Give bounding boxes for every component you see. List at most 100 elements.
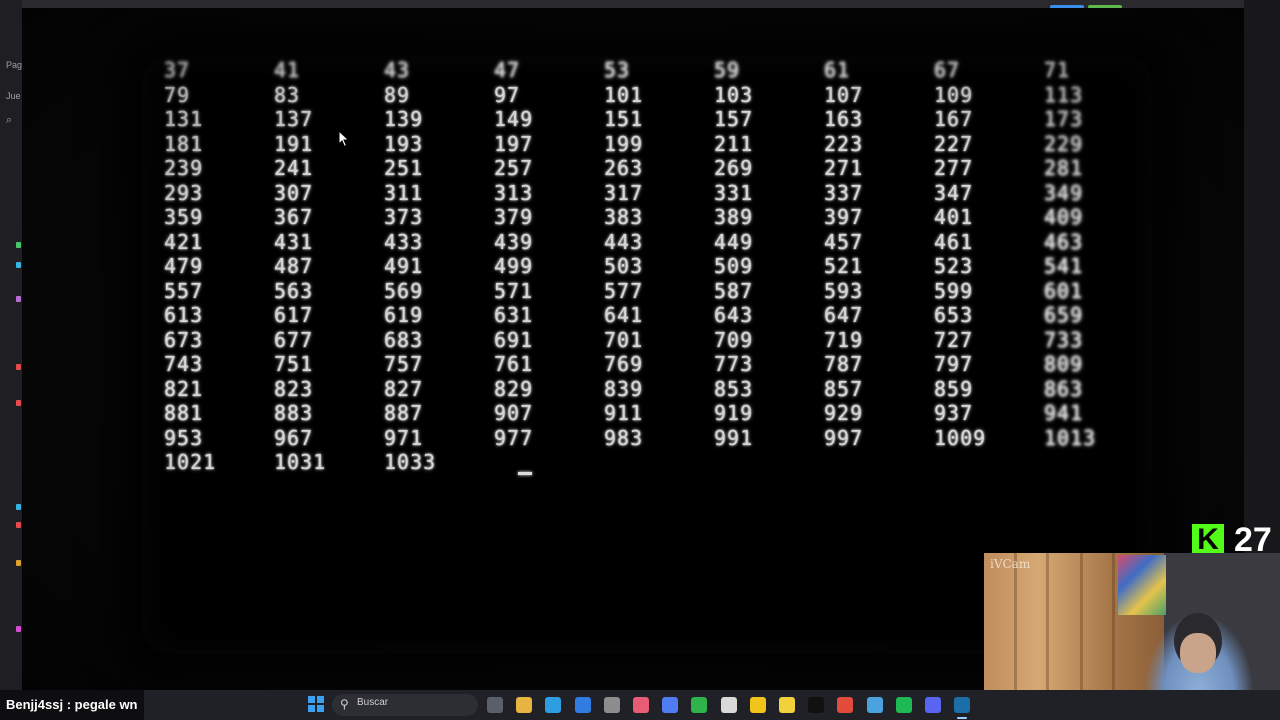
prime-number: 79 [164, 82, 191, 107]
prime-number: 941 [1044, 401, 1084, 425]
prime-number: 773 [714, 352, 754, 376]
sidebar-app-icon[interactable] [16, 626, 21, 632]
sticky-notes-icon[interactable] [779, 697, 795, 713]
prime-number: 523 [934, 254, 974, 278]
prime-number: 157 [714, 107, 754, 131]
prime-number: 701 [604, 327, 644, 352]
prime-number: 601 [1044, 278, 1084, 303]
prime-number: 887 [384, 401, 424, 425]
prime-number: 907 [494, 401, 534, 425]
prime-number: 149 [494, 107, 534, 131]
winrar-icon[interactable] [749, 697, 766, 713]
prime-number: 373 [384, 205, 424, 229]
prime-number: 193 [384, 131, 424, 156]
prime-number: 619 [384, 303, 424, 327]
xbox-icon[interactable] [691, 697, 708, 713]
prime-number: 613 [164, 303, 204, 327]
sidebar-label-jue[interactable]: Jue [6, 91, 21, 101]
search-icon[interactable]: ⌕ [6, 114, 12, 127]
visual-studio-icon[interactable] [574, 697, 591, 713]
prime-number: 733 [1044, 327, 1084, 352]
app-icon[interactable] [633, 697, 649, 713]
prime-number: 227 [934, 131, 974, 156]
prime-number: 53 [604, 58, 631, 82]
store-icon[interactable] [662, 697, 679, 713]
prime-number: 983 [604, 425, 644, 450]
sidebar-app-icon[interactable] [16, 242, 21, 248]
prime-number: 683 [384, 327, 424, 352]
prime-number: 173 [1044, 107, 1084, 131]
prime-number: 89 [384, 82, 411, 107]
prime-number: 971 [384, 425, 424, 450]
prime-number: 691 [494, 327, 534, 352]
prime-number: 71 [1044, 58, 1071, 82]
prime-number: 331 [714, 180, 754, 205]
search-icon: ⚲ [340, 697, 349, 711]
file-explorer-icon[interactable] [516, 697, 533, 713]
settings-icon[interactable] [603, 697, 620, 713]
chrome-icon[interactable] [837, 697, 854, 713]
discord-icon[interactable] [925, 697, 941, 713]
prime-number: 1021 [164, 450, 217, 474]
steam-icon[interactable] [954, 697, 971, 713]
prime-number: 1033 [384, 450, 437, 474]
prime-number: 953 [164, 425, 204, 450]
prime-number: 401 [934, 205, 974, 229]
prime-number: 379 [494, 205, 534, 229]
sidebar-label-pag[interactable]: Pag [6, 60, 22, 70]
notepad-icon[interactable] [720, 697, 737, 713]
prime-number: 61 [824, 58, 851, 82]
prime-number: 271 [824, 156, 864, 180]
prime-number: 557 [164, 278, 204, 303]
sidebar-app-icon[interactable] [16, 522, 21, 528]
prime-number: 593 [824, 278, 864, 303]
prime-number: 587 [714, 278, 754, 303]
webcam-person-face [1180, 633, 1216, 673]
prime-number: 937 [934, 401, 974, 425]
prime-number: 97 [494, 82, 521, 107]
prime-number: 139 [384, 107, 424, 131]
window-top-strip [0, 0, 1280, 9]
prime-number: 311 [384, 180, 424, 205]
sidebar-app-icon[interactable] [16, 560, 21, 566]
taskbar-search-input[interactable]: ⚲ Buscar [332, 694, 478, 716]
prime-number: 709 [714, 327, 754, 352]
chat-username: Benjj4ssj [6, 697, 64, 712]
prime-number: 59 [714, 58, 741, 82]
sidebar-app-icon[interactable] [16, 296, 21, 302]
sidebar-app-icon[interactable] [16, 364, 21, 370]
prime-number: 751 [274, 352, 314, 376]
sidebar-app-icon[interactable] [16, 504, 21, 510]
prime-number: 389 [714, 205, 754, 229]
prime-number: 367 [274, 205, 314, 229]
prime-number: 479 [164, 254, 204, 278]
prime-number: 569 [384, 278, 424, 303]
prime-number: 107 [824, 82, 864, 107]
prime-number: 41 [274, 58, 301, 82]
spotify-icon[interactable] [895, 697, 912, 713]
terminal-icon[interactable] [866, 697, 883, 713]
prime-number: 967 [274, 425, 314, 450]
prime-number: 727 [934, 327, 974, 352]
prime-number: 563 [274, 278, 314, 303]
prime-number: 823 [274, 376, 314, 401]
chat-text: : pegale wn [63, 697, 138, 712]
edge-icon[interactable] [545, 697, 562, 713]
prime-number: 1013 [1044, 425, 1097, 450]
sidebar-app-icon[interactable] [16, 262, 21, 268]
task-view-icon[interactable] [487, 697, 503, 713]
prime-number: 743 [164, 352, 204, 376]
prime-number: 457 [824, 229, 864, 254]
sidebar-app-icon[interactable] [16, 400, 21, 406]
tiktok-icon[interactable] [808, 697, 825, 713]
prime-number: 1009 [934, 425, 987, 450]
prime-number: 883 [274, 401, 314, 425]
prime-number: 167 [934, 107, 974, 131]
prime-number: 859 [934, 376, 974, 401]
prime-number: 857 [824, 376, 864, 401]
windows-start-icon[interactable] [308, 696, 324, 712]
prime-number: 433 [384, 229, 424, 254]
prime-number: 443 [604, 229, 644, 254]
prime-number: 797 [934, 352, 974, 376]
prime-number: 827 [384, 376, 424, 401]
